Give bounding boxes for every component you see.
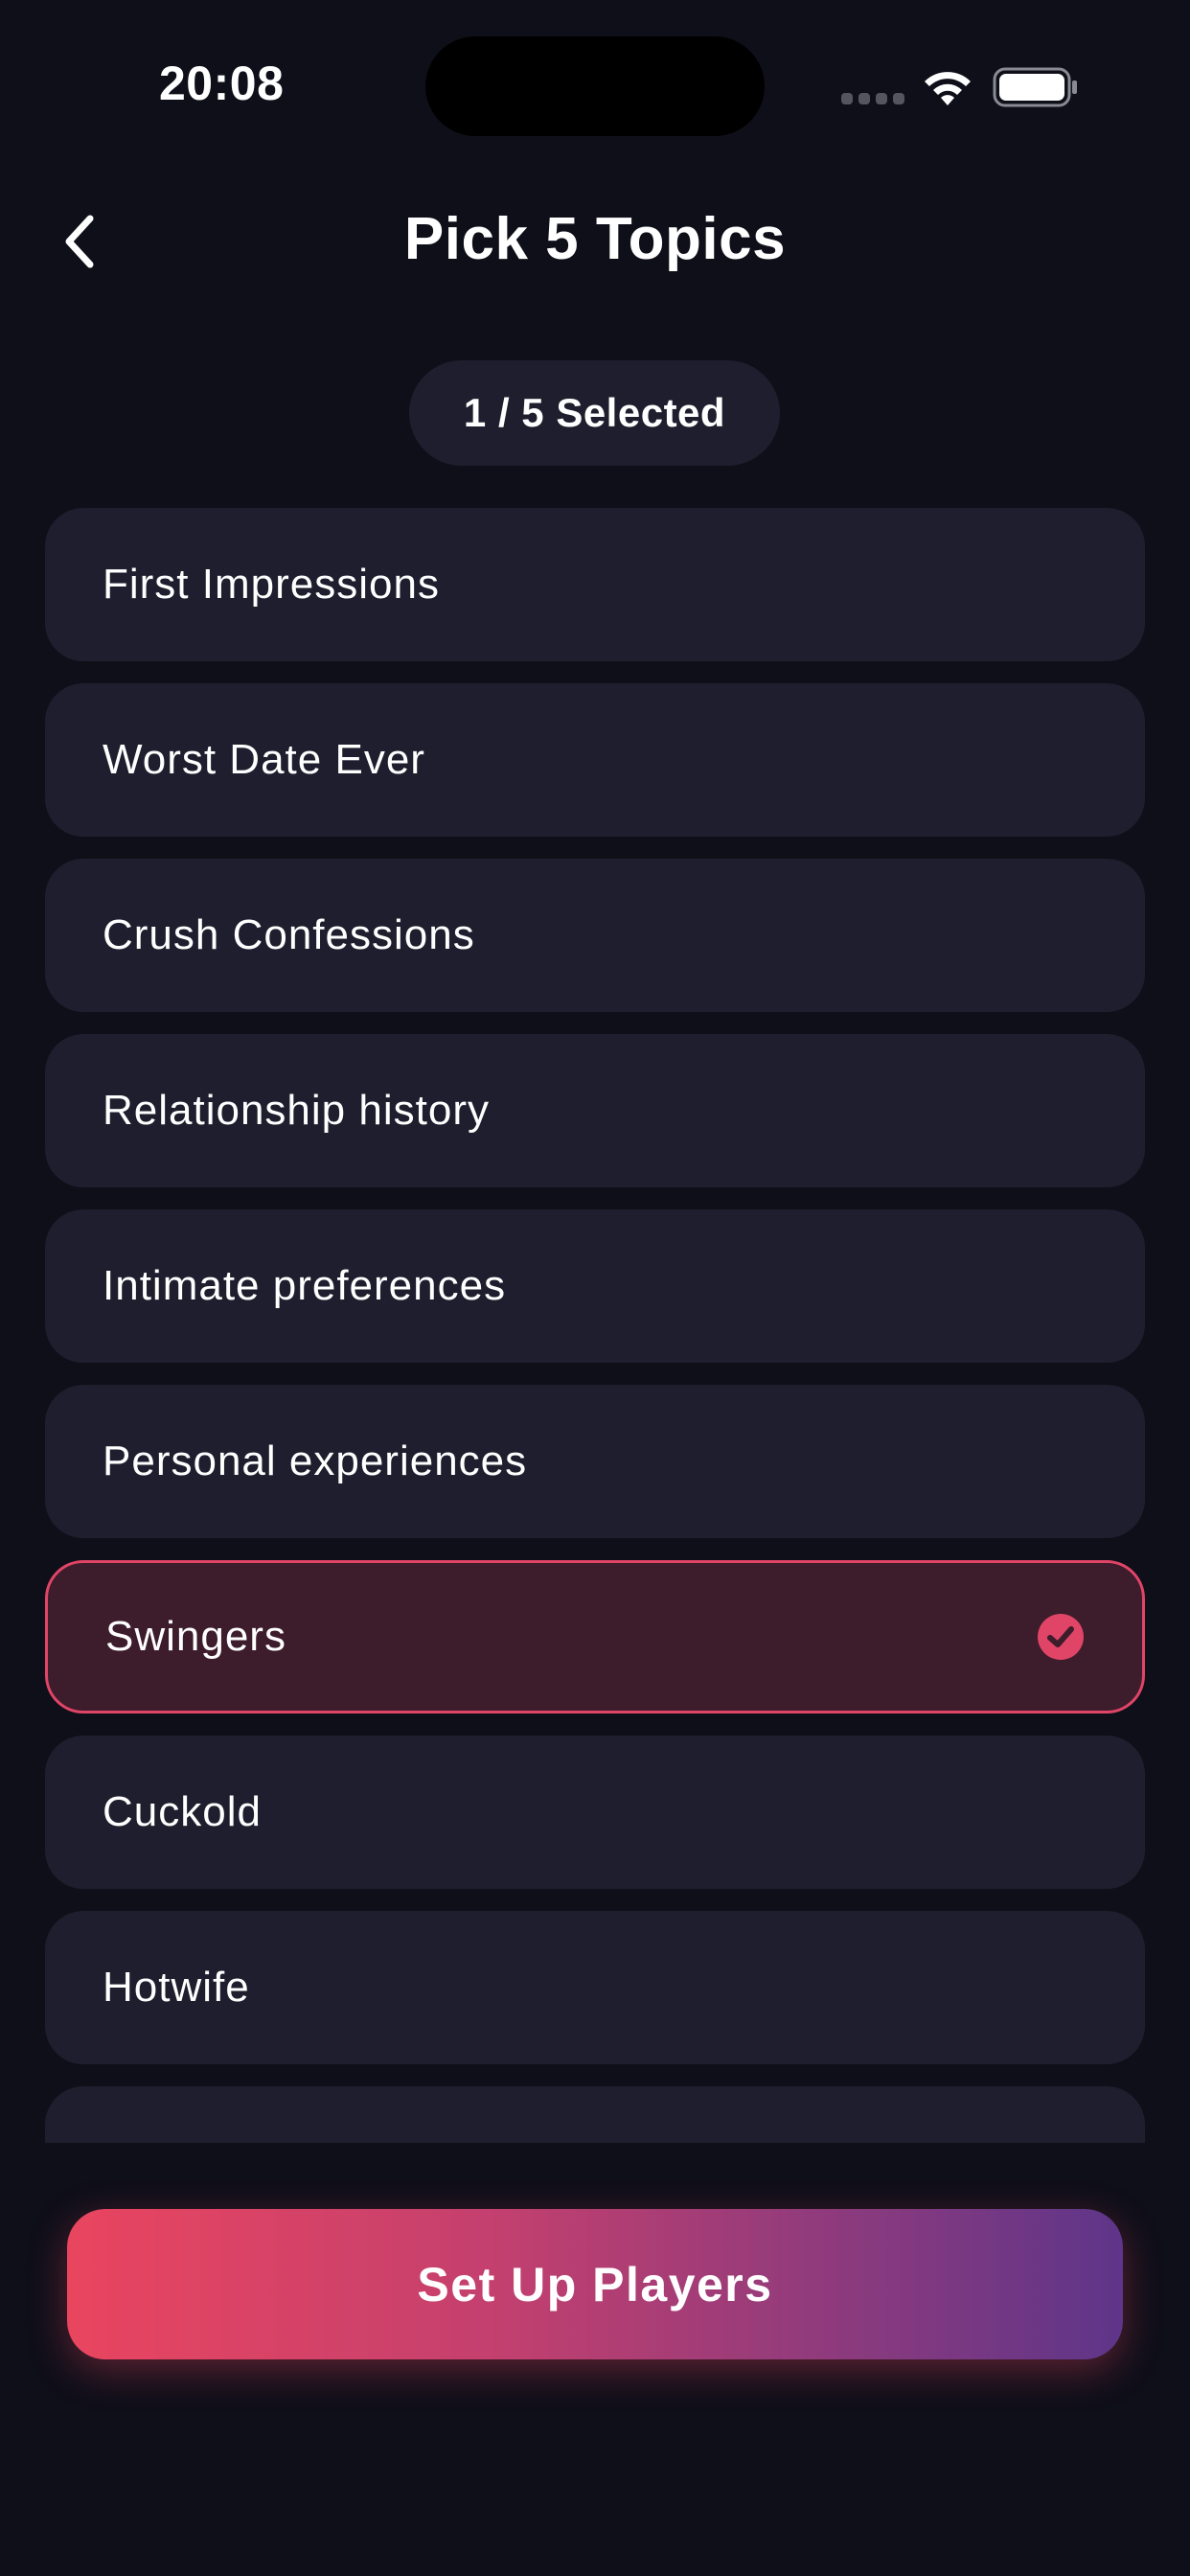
topic-item-crush-confessions[interactable]: Crush Confessions	[45, 859, 1145, 1012]
topic-label: Intimate preferences	[103, 1262, 507, 1309]
dynamic-island	[425, 36, 765, 136]
topic-item-cuckold[interactable]: Cuckold	[45, 1736, 1145, 1889]
topic-item-first-impressions[interactable]: First Impressions	[45, 508, 1145, 661]
status-time: 20:08	[159, 57, 285, 110]
topic-label: Cuckold	[103, 1788, 262, 1835]
topic-item-intimate-preferences[interactable]: Intimate preferences	[45, 1209, 1145, 1363]
battery-icon	[993, 67, 1077, 107]
set-up-players-button[interactable]: Set Up Players	[67, 2209, 1123, 2359]
topic-item-personal-experiences[interactable]: Personal experiences	[45, 1385, 1145, 1538]
topic-item-partial[interactable]	[45, 2086, 1145, 2143]
topic-label: Personal experiences	[103, 1438, 528, 1484]
selection-counter-badge: 1 / 5 Selected	[409, 360, 780, 466]
topic-list[interactable]: First Impressions Worst Date Ever Crush …	[45, 508, 1145, 2143]
topic-label: Worst Date Ever	[103, 736, 425, 783]
topic-label: Crush Confessions	[103, 911, 475, 958]
cellular-signal-icon	[841, 93, 904, 104]
topic-item-swingers[interactable]: Swingers	[45, 1560, 1145, 1714]
topic-label: First Impressions	[103, 561, 440, 608]
checkmark-circle-icon	[1038, 1614, 1084, 1660]
topic-label: Hotwife	[103, 1964, 250, 2011]
topic-item-relationship-history[interactable]: Relationship history	[45, 1034, 1145, 1187]
topic-item-hotwife[interactable]: Hotwife	[45, 1911, 1145, 2064]
bottom-action-area	[0, 2143, 1190, 2576]
topic-label: Relationship history	[103, 1087, 490, 1134]
page-title: Pick 5 Topics	[403, 206, 787, 272]
topic-item-worst-date-ever[interactable]: Worst Date Ever	[45, 683, 1145, 837]
topic-label: Swingers	[105, 1613, 286, 1660]
wifi-icon	[925, 72, 971, 105]
